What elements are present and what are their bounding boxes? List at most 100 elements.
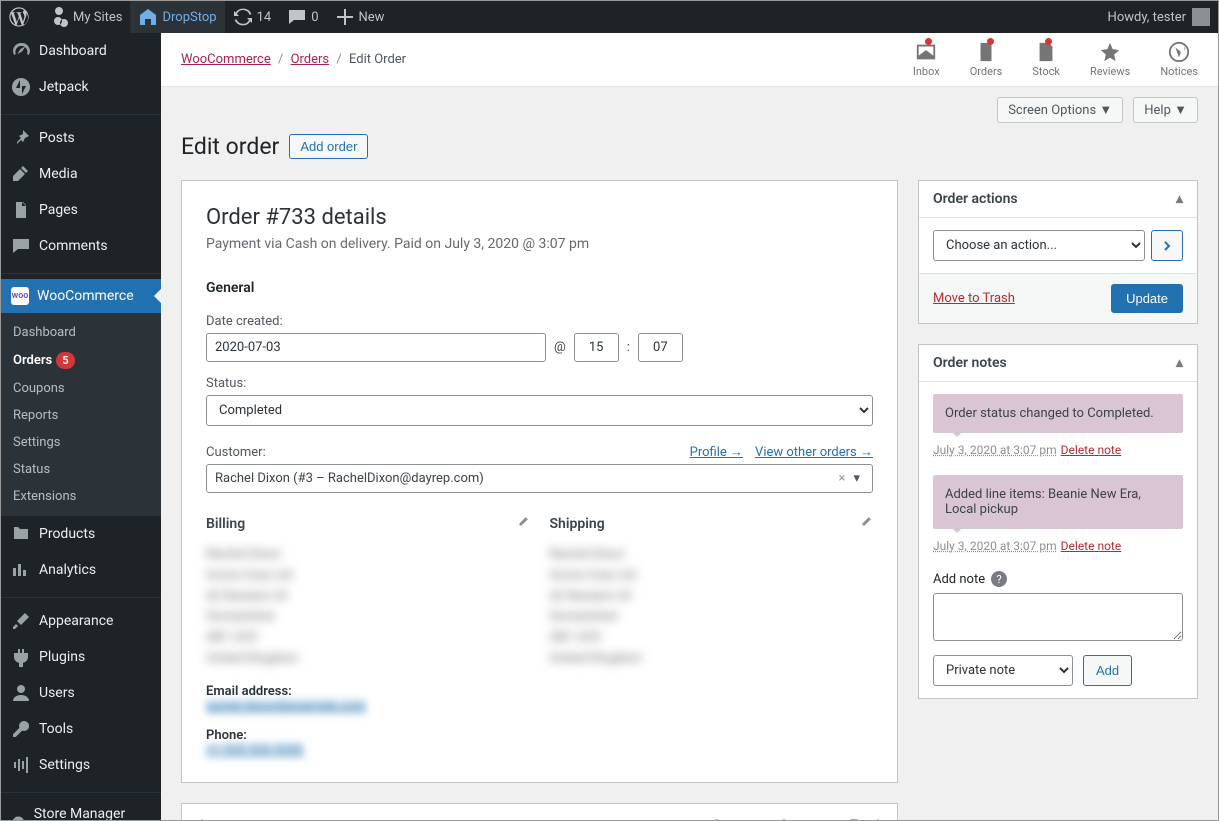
- hour-input[interactable]: [574, 333, 619, 362]
- menu-media[interactable]: Media: [1, 156, 161, 192]
- admin-bar: My Sites DropStop 14 0 New Howdy, tester: [1, 1, 1218, 33]
- order-items-panel: Item Cost Qty Total: [181, 803, 898, 820]
- comments-ab[interactable]: 0: [279, 1, 326, 33]
- chevron-up-icon[interactable]: ▴: [1176, 355, 1183, 371]
- edit-shipping-icon[interactable]: [859, 515, 873, 533]
- updates[interactable]: 14: [225, 1, 280, 33]
- sub-label: Reports: [13, 408, 58, 423]
- note-type-select[interactable]: Private note: [933, 655, 1073, 686]
- run-action-button[interactable]: [1151, 230, 1183, 261]
- jetpack-icon: [11, 77, 31, 97]
- breadcrumb-woocommerce[interactable]: WooCommerce: [181, 52, 271, 67]
- activity-stock[interactable]: Stock: [1032, 41, 1060, 78]
- top-strip: WooCommerce / Orders / Edit Order Inbox …: [161, 33, 1218, 87]
- activity-label: Orders: [970, 65, 1003, 78]
- order-actions-box: Order actions ▴ Choose an action... M: [918, 180, 1198, 324]
- billing-column: Billing Rachel Dixon Acme Corp Ltd 42 Ra…: [206, 515, 530, 758]
- order-notes-header[interactable]: Order notes ▴: [919, 345, 1197, 382]
- help-tab[interactable]: Help ▼: [1133, 97, 1198, 123]
- order-details-title: Order #733 details: [206, 205, 873, 230]
- customer-label: Customer:: [206, 445, 266, 460]
- menu-appearance[interactable]: Appearance: [1, 603, 161, 639]
- menu-settings[interactable]: Settings: [1, 747, 161, 783]
- sub-dashboard[interactable]: Dashboard: [1, 319, 161, 346]
- sub-status[interactable]: Status: [1, 456, 161, 483]
- sub-label: Status: [13, 462, 50, 477]
- sub-extensions[interactable]: Extensions: [1, 483, 161, 510]
- add-note-button[interactable]: Add: [1083, 655, 1132, 686]
- menu-comments[interactable]: Comments: [1, 228, 161, 264]
- sub-coupons[interactable]: Coupons: [1, 375, 161, 402]
- minute-input[interactable]: [638, 333, 683, 362]
- sub-orders[interactable]: Orders5: [1, 346, 161, 375]
- help-icon[interactable]: ?: [991, 571, 1007, 587]
- activity-orders[interactable]: Orders: [970, 41, 1003, 78]
- delete-note-link[interactable]: Delete note: [1061, 443, 1122, 457]
- order-data-panel: Order #733 details Payment via Cash on d…: [181, 180, 898, 783]
- howdy[interactable]: Howdy, tester: [1100, 1, 1218, 33]
- activity-label: Reviews: [1090, 65, 1130, 78]
- menu-label: Analytics: [39, 562, 96, 578]
- chevron-up-icon[interactable]: ▴: [1176, 191, 1183, 207]
- menu-label: Settings: [39, 757, 90, 773]
- billing-phone-link[interactable]: +1 555 555 5555: [206, 743, 303, 758]
- clear-customer-icon[interactable]: ×: [835, 471, 850, 486]
- home-icon: [138, 7, 158, 27]
- menu-pages[interactable]: Pages: [1, 192, 161, 228]
- menu-tools[interactable]: Tools: [1, 711, 161, 747]
- site-name[interactable]: DropStop: [130, 1, 224, 33]
- order-actions-header[interactable]: Order actions ▴: [919, 181, 1197, 218]
- date-created-label: Date created:: [206, 314, 873, 329]
- chevron-down-icon[interactable]: ▾: [849, 471, 864, 486]
- menu-jetpack[interactable]: Jetpack: [1, 69, 161, 105]
- wp-logo[interactable]: [1, 1, 41, 33]
- add-order-button[interactable]: Add order: [289, 134, 368, 159]
- sub-settings[interactable]: Settings: [1, 429, 161, 456]
- status-select[interactable]: Completed: [206, 395, 873, 426]
- multisite-icon: [49, 7, 69, 27]
- my-sites[interactable]: My Sites: [41, 1, 130, 33]
- sub-label: Orders: [13, 353, 52, 368]
- move-to-trash-link[interactable]: Move to Trash: [933, 291, 1015, 306]
- page-title: Edit order: [181, 133, 279, 160]
- date-input[interactable]: [206, 333, 546, 362]
- order-note: Added line items: Beanie New Era, Local …: [933, 475, 1183, 529]
- customer-select[interactable]: Rachel Dixon (#3 – RachelDixon@dayrep.co…: [206, 464, 873, 493]
- billing-email-link[interactable]: rachel.dixon@example.com: [206, 699, 366, 714]
- profile-link[interactable]: Profile →: [690, 444, 743, 460]
- menu-label: Pages: [39, 202, 78, 218]
- add-note-label: Add note: [933, 572, 985, 587]
- update-button[interactable]: Update: [1111, 284, 1183, 313]
- activity-label: Notices: [1160, 65, 1198, 78]
- menu-plugins[interactable]: Plugins: [1, 639, 161, 675]
- activity-notices[interactable]: Notices: [1160, 41, 1198, 78]
- wordpress-icon: [9, 7, 29, 27]
- menu-users[interactable]: Users: [1, 675, 161, 711]
- order-action-select[interactable]: Choose an action...: [933, 230, 1145, 261]
- activity-reviews[interactable]: Reviews: [1090, 41, 1130, 78]
- menu-woocommerce[interactable]: wooWooCommerce: [1, 279, 161, 313]
- general-heading: General: [206, 280, 873, 296]
- screen-options-tab[interactable]: Screen Options ▼: [997, 97, 1123, 123]
- activity-inbox[interactable]: Inbox: [913, 41, 940, 78]
- add-note-label-row: Add note?: [933, 571, 1183, 587]
- menu-store-manager[interactable]: Store Manager Connector: [1, 798, 161, 820]
- pin-icon: [11, 128, 31, 148]
- breadcrumb-orders[interactable]: Orders: [291, 52, 330, 67]
- my-sites-label: My Sites: [73, 10, 122, 25]
- menu-products[interactable]: Products: [1, 516, 161, 552]
- add-note-textarea[interactable]: [933, 593, 1183, 641]
- menu-posts[interactable]: Posts: [1, 120, 161, 156]
- brush-icon: [11, 611, 31, 631]
- view-other-orders-link[interactable]: View other orders →: [755, 444, 873, 460]
- new-content[interactable]: New: [327, 1, 393, 33]
- edit-billing-icon[interactable]: [516, 515, 530, 533]
- menu-analytics[interactable]: Analytics: [1, 552, 161, 588]
- avatar-icon: [1192, 8, 1210, 26]
- sub-reports[interactable]: Reports: [1, 402, 161, 429]
- analytics-icon: [11, 560, 31, 580]
- phone-label: Phone:: [206, 728, 530, 743]
- menu-dashboard[interactable]: Dashboard: [1, 33, 161, 69]
- activity-panel: Inbox Orders Stock Reviews Notices: [913, 41, 1198, 78]
- delete-note-link[interactable]: Delete note: [1061, 539, 1122, 553]
